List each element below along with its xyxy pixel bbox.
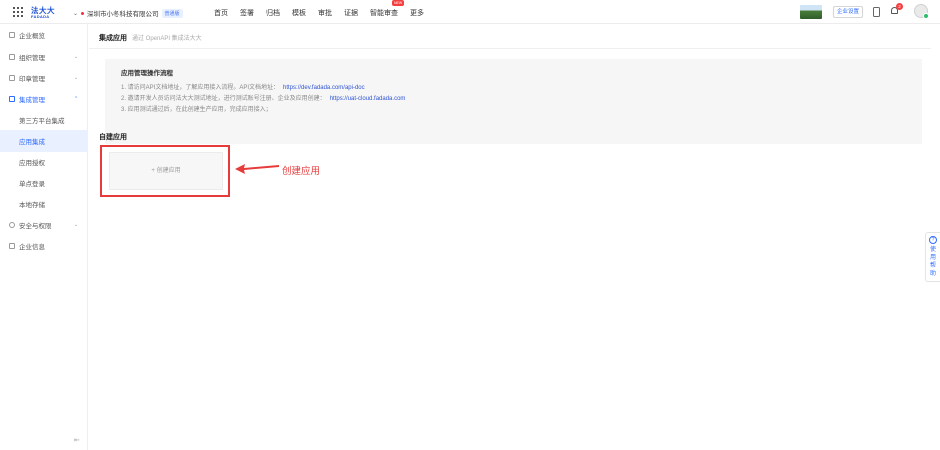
banner-thumbnail[interactable] <box>800 5 822 19</box>
nav-home[interactable]: 首页 <box>214 8 228 18</box>
logo-en: FADADA <box>31 14 50 19</box>
sidebar-item-overview[interactable]: 企业概览 <box>0 24 88 46</box>
info-icon <box>9 243 15 249</box>
create-app-button[interactable]: + 创建应用 <box>109 152 223 190</box>
main-content: 集成应用 通过 OpenAPI 集成法大大 应用管理操作流程 1. 请访问API… <box>89 24 940 450</box>
uat-link[interactable]: https://uat-cloud.fadada.com <box>330 96 406 102</box>
guide-line-1-text: 1. 请访问API文档地址，了解应用接入流程。API文档地址： <box>121 85 280 91</box>
sidebar-item-label: 印章管理 <box>19 76 45 83</box>
sidebar-item-label: 安全与权限 <box>19 223 52 230</box>
nav-sign[interactable]: 签署 <box>240 8 254 18</box>
sidebar-item-local-storage[interactable]: 本地存储 <box>0 193 88 215</box>
logo[interactable]: 法大大 FADADA <box>31 5 56 19</box>
page-subtitle: 通过 OpenAPI 集成法大大 <box>132 36 202 42</box>
help-label: 使用帮助 <box>930 247 937 277</box>
sidebar-item-label: 本地存储 <box>19 202 45 209</box>
chevron-down-icon: ⌄ <box>73 10 79 17</box>
nav-evidence[interactable]: 证据 <box>344 8 358 18</box>
nav-template[interactable]: 模板 <box>292 8 306 18</box>
sidebar-item-app-auth[interactable]: 应用授权 <box>0 151 88 173</box>
guide-line-1: 1. 请访问API文档地址，了解应用接入流程。API文档地址： https://d… <box>121 82 365 91</box>
notification-count: 2 <box>896 3 903 10</box>
sidebar-item-label: 企业信息 <box>19 244 45 251</box>
guide-line-2-text: 2. 邀请开发人员访问法大大测试地址，进行测试账号注册、企业及应用创建： <box>121 96 326 102</box>
guide-line-2: 2. 邀请开发人员访问法大大测试地址，进行测试账号注册、企业及应用创建： http… <box>121 93 405 102</box>
nav-smart-review-label: 智能审查 <box>370 10 398 17</box>
nav-archive[interactable]: 归档 <box>266 8 280 18</box>
chevron-down-icon: ⌄ <box>74 222 79 228</box>
company-switcher[interactable]: ⌄ 深圳市小冬科技有限公司 普通版 <box>73 8 183 18</box>
api-doc-link[interactable]: https://dev.fadada.com/api-doc <box>283 85 365 91</box>
sidebar-item-security[interactable]: 安全与权限 ⌄ <box>0 214 88 236</box>
bell-icon[interactable]: 2 <box>891 3 903 16</box>
section-heading: 自建应用 <box>99 134 127 141</box>
sidebar-item-label: 单点登录 <box>19 181 45 188</box>
guide-heading: 应用管理操作流程 <box>121 70 173 77</box>
company-name: 深圳市小冬科技有限公司 <box>87 11 159 18</box>
sidebar-item-label: 应用集成 <box>19 139 45 146</box>
avatar[interactable] <box>914 4 929 19</box>
org-icon <box>9 54 15 60</box>
top-nav: 首页 签署 归档 模板 审批 证据 智能审查 NEW 更多 <box>214 0 436 18</box>
page-title: 集成应用 <box>99 35 127 42</box>
sidebar-item-seal[interactable]: 印章管理 ⌄ <box>0 67 88 89</box>
top-bar: 法大大 FADADA ⌄ 深圳市小冬科技有限公司 普通版 首页 签署 归档 模板… <box>0 0 940 24</box>
mobile-icon[interactable] <box>873 7 880 17</box>
app-grid-icon[interactable] <box>13 7 23 17</box>
chevron-down-icon: ⌄ <box>74 75 79 81</box>
sidebar-item-app-integration[interactable]: 应用集成 <box>0 130 88 152</box>
status-dot <box>81 11 85 15</box>
help-tab[interactable]: ? 使用帮助 <box>925 232 940 282</box>
sidebar-item-integration[interactable]: 集成管理 ⌃ <box>0 88 88 110</box>
sidebar-item-third-party[interactable]: 第三方平台集成 <box>0 109 88 131</box>
edition-badge: 普通版 <box>161 8 183 18</box>
new-badge: NEW <box>392 0 405 6</box>
sidebar-item-label: 企业概览 <box>19 33 45 40</box>
chevron-down-icon: ⌄ <box>74 54 79 60</box>
sidebar-item-label: 组织管理 <box>19 55 45 62</box>
divider <box>89 48 931 49</box>
sidebar-item-org[interactable]: 组织管理 ⌄ <box>0 46 88 68</box>
online-status-icon <box>923 13 929 19</box>
enterprise-settings-button[interactable]: 企业设置 <box>833 6 863 18</box>
annotation-label: 创建应用 <box>282 166 321 177</box>
nav-more[interactable]: 更多 <box>410 8 424 18</box>
collapse-icon[interactable]: ⇤ <box>74 436 80 444</box>
integration-icon <box>9 96 15 102</box>
overview-icon <box>9 32 15 38</box>
sidebar-item-company-info[interactable]: 企业信息 <box>0 235 88 257</box>
nav-smart-review[interactable]: 智能审查 NEW <box>370 0 405 18</box>
help-icon: ? <box>929 236 937 244</box>
seal-icon <box>9 75 15 81</box>
sidebar-item-label: 集成管理 <box>19 97 45 104</box>
sidebar: 企业概览 组织管理 ⌄ 印章管理 ⌄ 集成管理 ⌃ 第三方平台集成 应用集成 应… <box>0 24 88 450</box>
nav-approval[interactable]: 审批 <box>318 8 332 18</box>
sidebar-item-sso[interactable]: 单点登录 <box>0 172 88 194</box>
guide-panel: 应用管理操作流程 1. 请访问API文档地址，了解应用接入流程。API文档地址：… <box>105 59 922 144</box>
annotation-arrow-icon <box>235 164 279 174</box>
sidebar-item-label: 应用授权 <box>19 160 45 167</box>
security-icon <box>9 222 15 228</box>
sidebar-item-label: 第三方平台集成 <box>19 118 65 125</box>
chevron-up-icon: ⌃ <box>74 96 79 102</box>
guide-line-3: 3. 应用测试通过后，在此创建生产应用，完成应用接入； <box>121 107 272 113</box>
